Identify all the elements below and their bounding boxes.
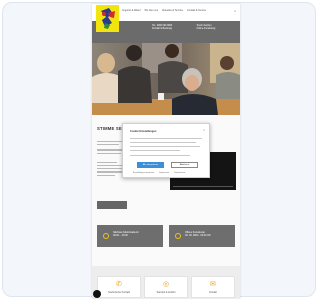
event-card-text: Nächster Erlebnisabend 00.00. · 00:00 [113,231,139,237]
cookie-link[interactable]: Einstellungen anpassen [133,172,154,174]
event-card[interactable]: Nächster Erlebnisabend 00.00. · 00:00 [97,225,163,247]
cookie-text-line [130,138,202,139]
cookie-link[interactable]: Datenschutz [174,172,185,174]
close-icon[interactable]: × [203,128,205,132]
more-button[interactable] [97,201,127,209]
logo-icon[interactable] [96,5,119,32]
video-progress-bar[interactable] [173,185,233,187]
info-link[interactable]: Online Anmeldung [197,28,239,30]
info-link[interactable]: Tel.: 0000 000 0000 [152,25,194,27]
cookie-text-line [130,142,196,143]
top-nav-links: Angebot & Ablauf Wir über uns Aktuelles … [122,9,236,13]
event-card-text: Offene Kursstunde 00. 00. 0000 · 00:00 U… [185,231,211,237]
contact-tile-mail[interactable]: ✉ Kontakt [191,276,235,298]
contact-tile-location[interactable]: ◎ Standort & Anfahrt [144,276,188,298]
nav-item[interactable]: Angebot & Ablauf [122,9,140,13]
calendar-icon [103,233,109,239]
cookie-text-line [130,146,200,147]
chat-bubble-icon[interactable] [93,290,101,298]
cookie-dialog-title: Cookie Einstellungen [130,130,157,133]
event-card[interactable]: Offene Kursstunde 00. 00. 0000 · 00:00 U… [169,225,235,247]
info-link[interactable]: Kontakt & Beratung [152,28,194,30]
cookie-link[interactable]: Impressum [159,172,169,174]
nav-item[interactable]: Kontakt & Service [187,9,206,13]
info-link[interactable]: Termin buchen [197,25,239,27]
menu-close-icon[interactable]: × [234,9,236,13]
calendar-icon [175,233,181,239]
cookie-text-line [130,155,190,156]
info-links: Tel.: 0000 000 0000 Termin buchen Kontak… [152,25,238,30]
mail-icon: ✉ [210,281,216,288]
nav-item[interactable]: Wir über uns [144,9,158,13]
location-icon: ◎ [163,281,170,288]
cookie-text-line [130,150,180,151]
cookie-consent-dialog: Cookie Einstellungen × Alle akzeptieren … [122,123,210,178]
hero-image [92,43,240,115]
deny-button[interactable]: Ablehnen [171,162,198,168]
cookie-links: Einstellungen anpassen Impressum Datensc… [133,172,185,174]
phone-icon: ✆ [116,281,122,288]
accept-all-button[interactable]: Alle akzeptieren [137,162,164,168]
contact-tile-phone[interactable]: ✆ Telefonischer Kontakt [97,276,141,298]
nav-item[interactable]: Aktuelles & Termine [162,9,183,13]
